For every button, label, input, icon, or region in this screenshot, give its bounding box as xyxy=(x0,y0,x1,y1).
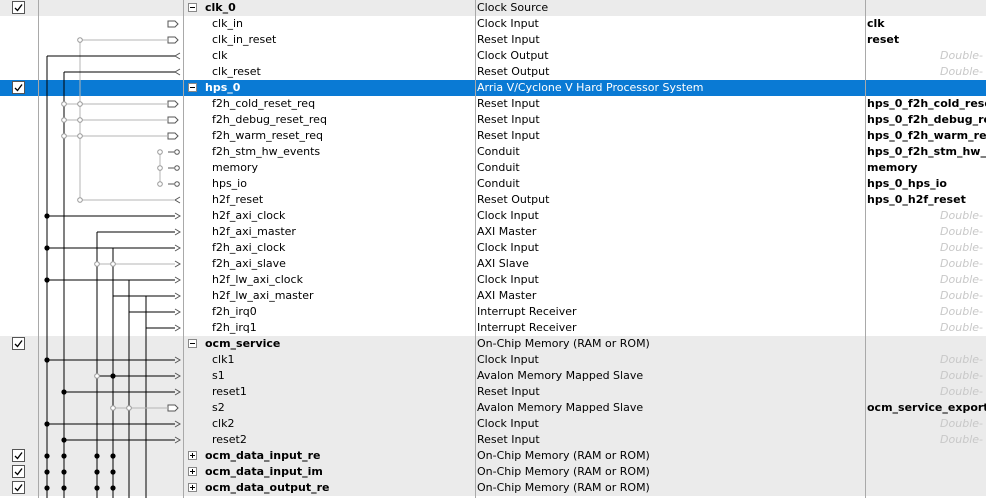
column-divider xyxy=(38,0,39,498)
column-divider xyxy=(865,0,866,498)
column-divider xyxy=(475,0,476,498)
column-divider xyxy=(183,0,184,498)
connection-wires[interactable] xyxy=(0,0,986,498)
